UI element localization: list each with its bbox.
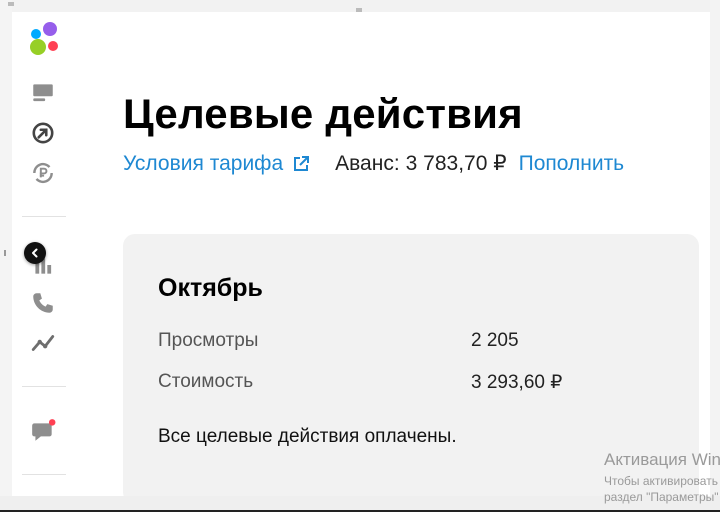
tariff-conditions-link[interactable]: Условия тарифа	[123, 152, 283, 176]
windows-activation-watermark: Активация Win	[604, 450, 720, 469]
sidebar-collapse-button[interactable]	[24, 242, 46, 264]
phone-icon[interactable]	[28, 288, 58, 318]
sidebar-divider	[22, 216, 66, 217]
window-edge-mark	[8, 2, 14, 6]
cost-label: Стоимость	[158, 371, 254, 392]
views-value: 2 205	[471, 330, 519, 351]
external-link-icon[interactable]	[291, 154, 311, 174]
windows-activation-hint-line2: раздел "Параметры"	[604, 490, 719, 504]
tariff-row: Условия тарифа Аванс: 3 783,70 ₽ Пополни…	[123, 151, 624, 176]
page-title: Целевые действия	[123, 90, 523, 137]
analytics-icon[interactable]	[28, 328, 58, 358]
messenger-icon[interactable]	[28, 416, 58, 446]
advance-value: 3 783,70 ₽	[405, 152, 507, 175]
cost-value: 3 293,60 ₽	[471, 372, 563, 393]
ruble-cycle-icon[interactable]	[28, 158, 58, 188]
promotion-icon[interactable]	[28, 118, 58, 148]
listings-icon[interactable]	[28, 78, 58, 108]
window-left-edge	[0, 0, 12, 512]
top-up-link[interactable]: Пополнить	[519, 152, 625, 176]
main-content: Целевые действия Условия тарифа Аванс: 3…	[88, 12, 710, 504]
avito-logo[interactable]	[26, 20, 62, 56]
payment-status-text: Все целевые действия оплачены.	[158, 426, 457, 447]
card-month-title: Октябрь	[158, 274, 263, 302]
views-label: Просмотры	[158, 330, 259, 351]
advance-label: Аванс:	[335, 151, 400, 175]
window-edge-mark	[4, 250, 6, 256]
chevron-left-icon	[32, 248, 38, 258]
window-right-edge	[710, 0, 720, 512]
sidebar-divider	[22, 474, 66, 475]
windows-activation-hint: Чтобы активировать	[604, 474, 718, 488]
sidebar-divider	[22, 386, 66, 387]
